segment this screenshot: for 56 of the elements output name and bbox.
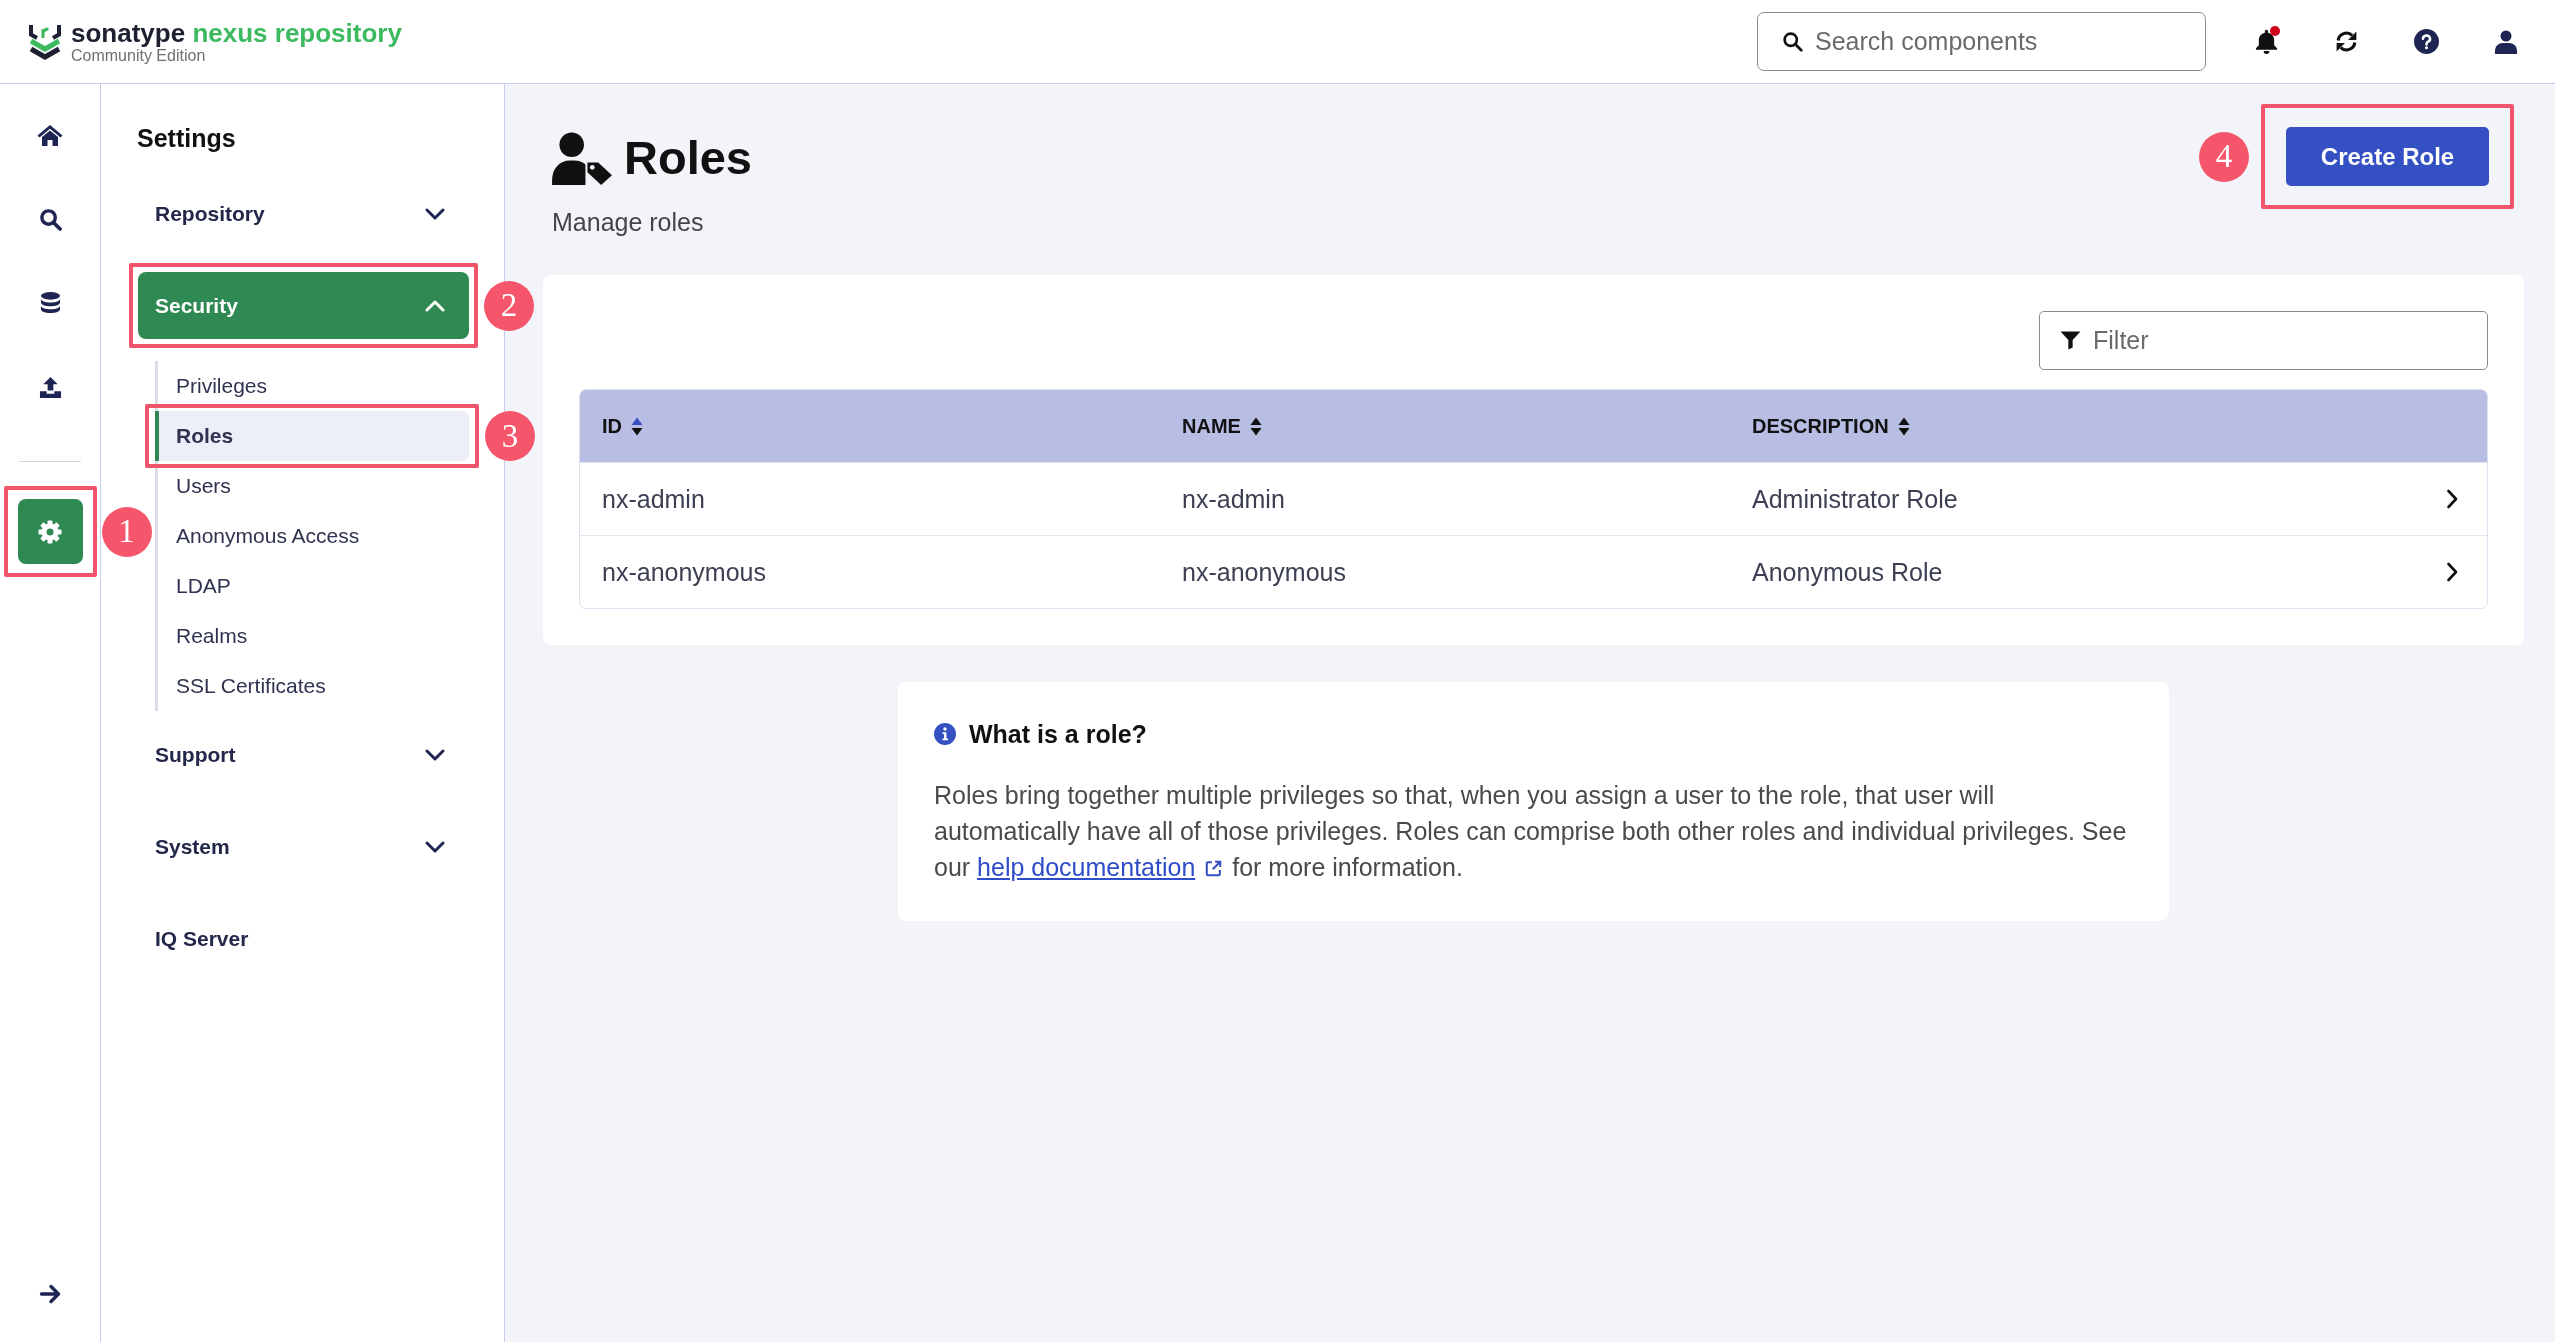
panel-title: Settings: [137, 123, 237, 154]
external-link-icon: [1204, 859, 1224, 878]
nav-item[interactable]: SSL Certificates: [158, 668, 469, 704]
help-icon[interactable]: [2413, 29, 2439, 54]
column-header[interactable]: NAME: [1182, 414, 1262, 438]
home-icon[interactable]: [37, 124, 63, 146]
callout-number: 3: [485, 411, 535, 461]
column-header[interactable]: ID: [602, 414, 643, 438]
search-field[interactable]: Search components: [1757, 12, 2206, 71]
filter-input[interactable]: Filter: [2093, 326, 2293, 355]
nav-section[interactable]: System: [138, 813, 469, 880]
help-link[interactable]: help documentation: [977, 853, 1196, 881]
nav-link[interactable]: IQ Server: [138, 905, 469, 972]
logo-icon: [28, 22, 62, 61]
page-subtitle: Manage roles: [552, 207, 705, 238]
table-cell: nx-anonymous: [1182, 557, 1346, 587]
user-icon[interactable]: [2495, 29, 2517, 54]
chevron-right-icon[interactable]: [2446, 489, 2458, 509]
nav-item[interactable]: Anonymous Access: [158, 518, 469, 554]
chevron-right-icon[interactable]: [2446, 562, 2458, 582]
filter-field[interactable]: Filter: [2039, 311, 2488, 370]
gear-icon: [38, 519, 62, 544]
bell-icon[interactable]: [2254, 29, 2278, 54]
nav-item[interactable]: Users: [158, 468, 469, 504]
nav-item[interactable]: Realms: [158, 618, 469, 654]
search-icon[interactable]: [38, 207, 62, 231]
edition-label: Community Edition: [71, 46, 207, 64]
nav-section[interactable]: Support: [138, 721, 469, 788]
upload-icon[interactable]: [38, 375, 62, 399]
page-title: Roles: [624, 130, 752, 186]
search-input[interactable]: Search components: [1815, 27, 2115, 56]
table-cell: nx-admin: [602, 484, 705, 514]
user-tag-icon: [552, 131, 613, 185]
funnel-icon: [2060, 331, 2081, 350]
info-icon: [934, 723, 956, 745]
nav-item[interactable]: LDAP: [158, 568, 469, 604]
nav-section[interactable]: Repository: [138, 180, 469, 247]
table-cell: nx-admin: [1182, 484, 1285, 514]
nav-section[interactable]: Security: [138, 272, 469, 339]
table-cell: Administrator Role: [1752, 484, 1958, 514]
info-text: Roles bring together multiple privileges so that, when you assign a user to the role, that user will automatically have all of those privileges. Roles can comprise both other roles and individual privileges. See our help documentation for more information.: [934, 780, 2128, 883]
callout-number: 2: [484, 280, 534, 331]
search-icon: [1782, 31, 1803, 52]
product-name: nexus repository: [192, 17, 402, 48]
arrow-right-icon[interactable]: [39, 1283, 61, 1305]
nav-item[interactable]: Roles: [155, 411, 469, 461]
nav-item[interactable]: Privileges: [158, 368, 469, 404]
info-title: What is a role?: [969, 719, 1147, 750]
table-cell: nx-anonymous: [602, 557, 766, 587]
database-icon[interactable]: [39, 291, 61, 315]
table-cell: Anonymous Role: [1752, 557, 1943, 587]
column-header[interactable]: DESCRIPTION: [1752, 414, 1910, 438]
settings-button[interactable]: [17, 499, 83, 564]
brand-name: sonatype: [71, 17, 186, 48]
callout-number: 4: [2199, 131, 2249, 182]
create-role-button[interactable]: Create Role: [2286, 127, 2489, 186]
